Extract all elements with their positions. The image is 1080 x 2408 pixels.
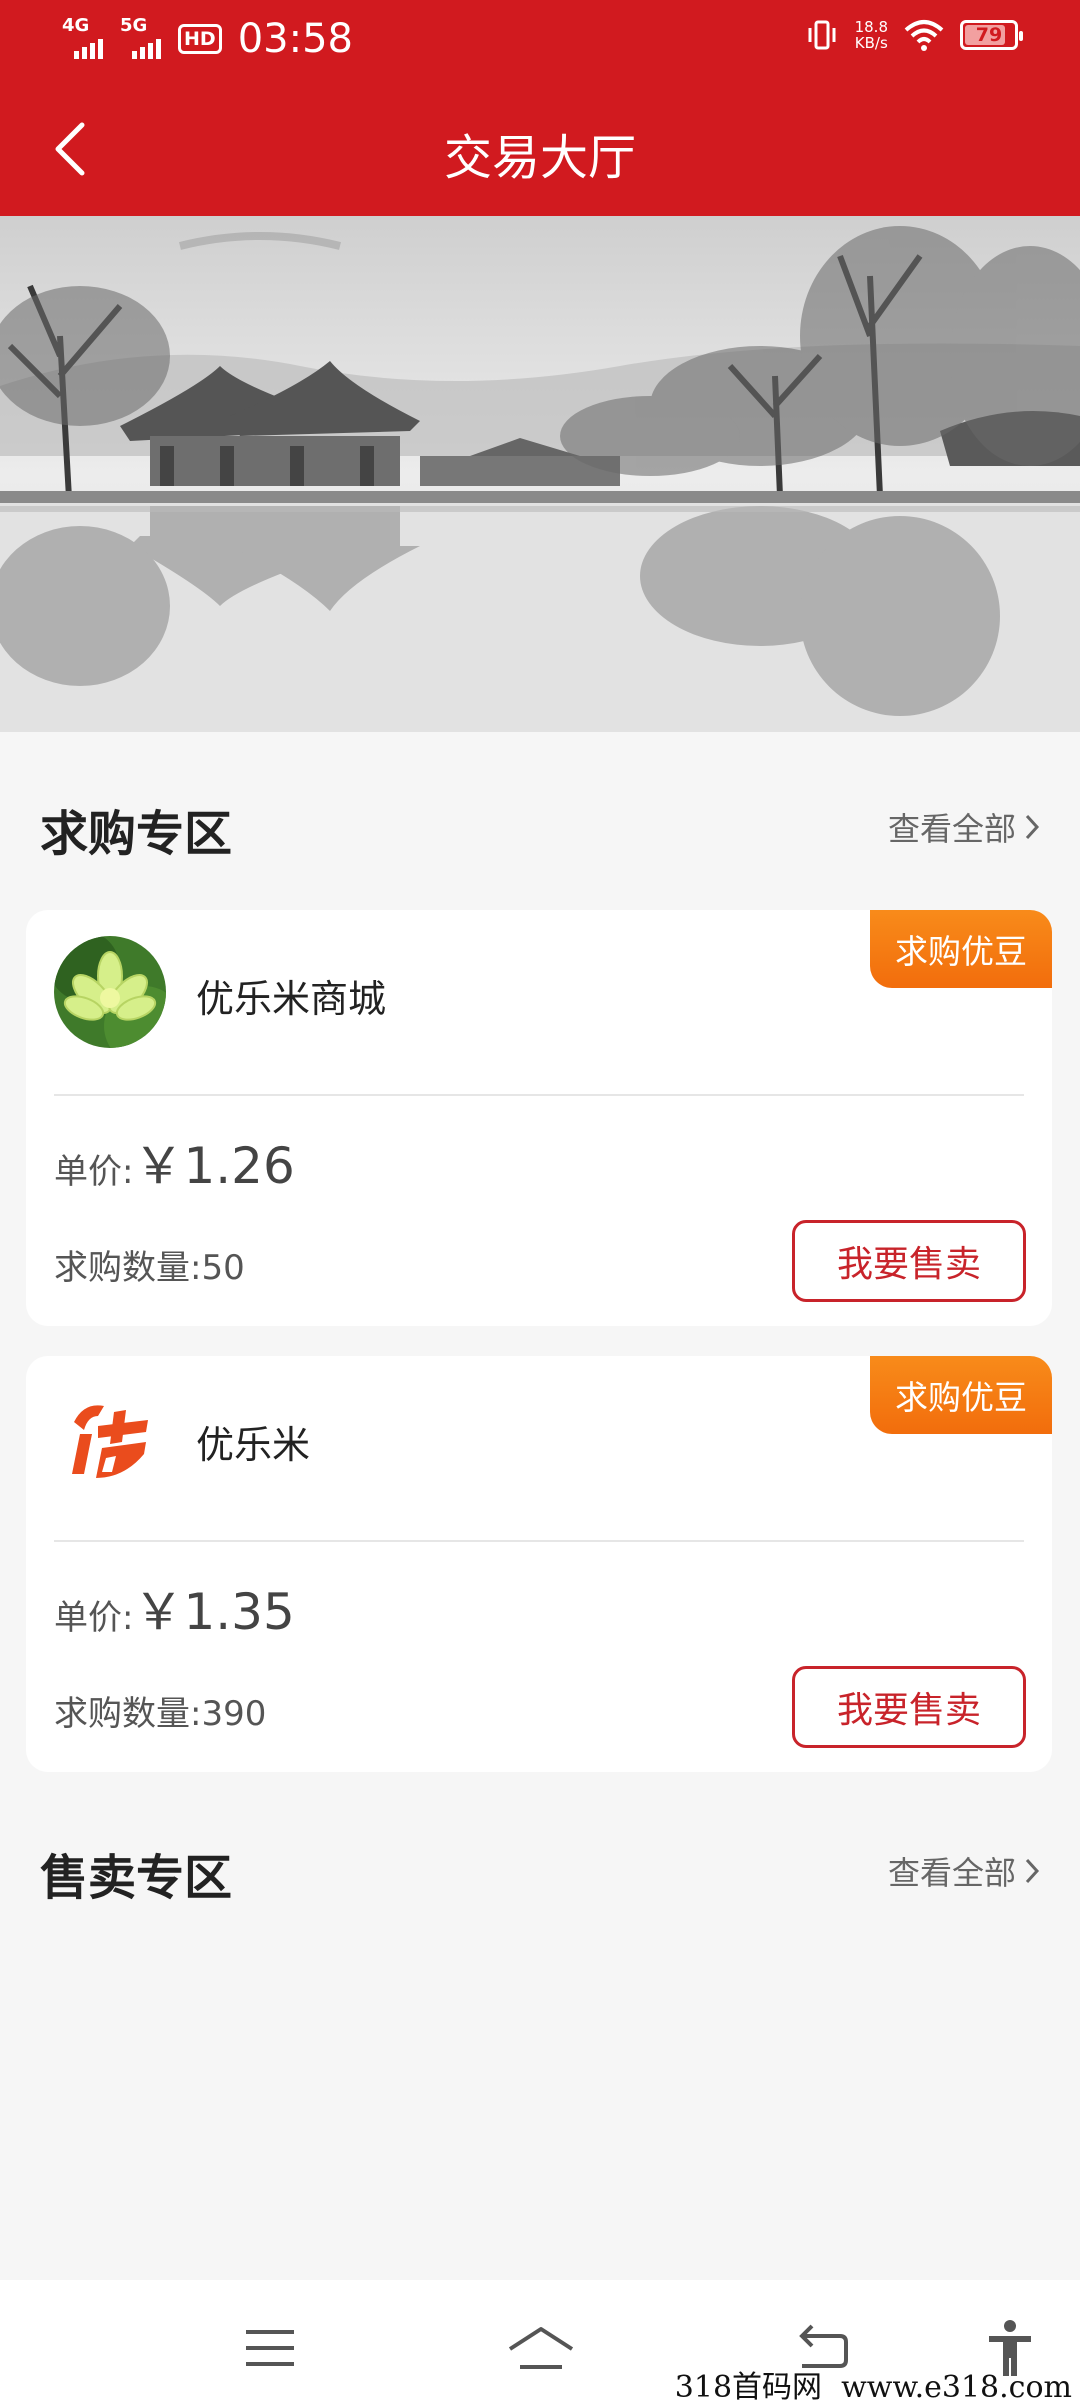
divider [54,1540,1024,1542]
network-label-5g: 5G [120,15,148,36]
price-label: 单价: [54,1152,134,1192]
battery-icon: 79 [960,20,1023,50]
home-icon [508,2327,574,2369]
buy-card: 求购优豆 优乐米商城 单价: ￥1.26 求购数量:50 我要售卖 [26,910,1052,1326]
navbar: 交易大厅 [0,84,1080,216]
quantity-text: 求购数量:390 [54,1694,267,1734]
status-bar: 4G 5G HD 03:58 18.8 KB/s 79 [0,0,1080,84]
signal-5g-icon: 5G [120,15,168,59]
buy-view-all-link[interactable]: 查看全部 [888,804,1040,850]
chevron-right-icon [1025,1858,1040,1884]
price-value: ￥1.35 [133,1583,295,1641]
price-value: ￥1.26 [133,1137,295,1195]
network-label-4g: 4G [62,15,90,36]
buy-view-all-label: 查看全部 [887,810,1016,848]
sell-view-all-label: 查看全部 [887,1854,1016,1892]
buy-section-title: 求购专区 [40,806,233,862]
buy-tag: 求购优豆 [870,910,1052,988]
sell-button[interactable]: 我要售卖 [792,1666,1026,1748]
status-right: 18.8 KB/s 79 [805,18,1023,52]
signal-4g-icon: 4G [62,15,110,59]
avatar [54,936,166,1048]
quantity-text: 求购数量:50 [54,1248,245,1288]
status-left: 4G 5G HD 03:58 [62,15,353,62]
price-row: 单价: ￥1.26 [54,1126,295,1198]
home-button[interactable] [506,2318,576,2378]
watermark: 318首码网 www.e318.com [674,2370,1072,2405]
divider [54,1094,1024,1096]
sell-view-all-link[interactable]: 查看全部 [888,1848,1040,1894]
avatar [54,1382,166,1494]
page-title: 交易大厅 [443,130,636,186]
battery-level: 79 [975,24,1003,46]
speed-value: 18.8 [854,18,888,36]
speed-unit: KB/s [854,34,888,52]
wifi-icon [904,20,944,51]
banner-image [0,216,1080,732]
buy-tag: 求购优豆 [870,1356,1052,1434]
hd-badge: HD [178,24,222,54]
clock: 03:58 [237,16,353,62]
chevron-right-icon [1025,814,1040,840]
buy-section-header: 求购专区 查看全部 [40,788,1040,862]
shop-name: 优乐米 [196,1423,311,1467]
network-speed: 18.8 KB/s [855,19,888,51]
sell-button[interactable]: 我要售卖 [792,1220,1026,1302]
sell-section-title: 售卖专区 [40,1850,233,1906]
shop-name: 优乐米商城 [196,977,387,1021]
menu-button[interactable] [240,2318,300,2378]
price-row: 单价: ￥1.35 [54,1572,295,1644]
top-bar: 4G 5G HD 03:58 18.8 KB/s 79 交易大厅 [0,0,1080,216]
vibrate-icon [808,20,836,50]
sell-section-header: 售卖专区 查看全部 [40,1832,1040,1906]
buy-card: 求购优豆 优乐米 单价: ￥1.35 求购数量:390 我要售卖 [26,1356,1052,1772]
menu-icon [246,2330,294,2366]
price-label: 单价: [54,1598,134,1638]
